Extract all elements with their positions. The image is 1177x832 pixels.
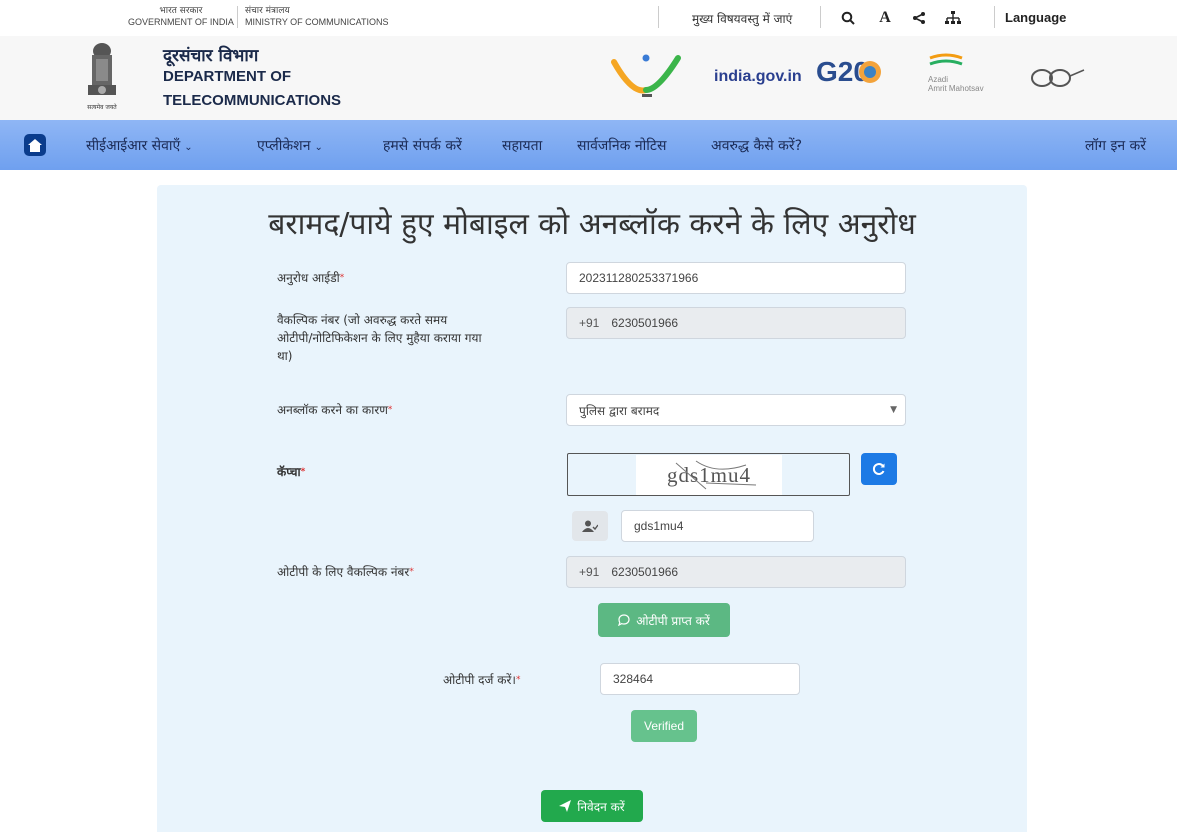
site-header: सत्यमेव जयते दूरसंचार विभाग DEPARTMENT O… [0,36,1177,120]
label-text: कॅप्चा [277,465,301,479]
country-code: +91 [579,316,600,330]
divider [658,6,659,28]
get-otp-button[interactable]: ओटीपी प्राप्त करें [598,603,730,637]
home-icon[interactable] [24,134,46,156]
ministry-hi-text: संचार मंत्रालय [245,6,290,16]
alternate-number-label: वैकल्पिक नंबर (जो अवरुद्ध करते समय ओटीपी… [277,311,557,365]
main-navigation: सीईआईआर सेवाएँ ⌄ एप्लीकेशन ⌄ हमसे संपर्क क… [0,120,1177,170]
captcha-label: कॅप्चा* [277,463,305,481]
unblock-request-form: बरामद/पाये हुए मोबाइल को अनब्लॉक करने के… [157,185,1027,832]
gov-hi-text: भारत सरकार [159,6,203,16]
chevron-down-icon: ⌄ [314,142,323,153]
selected-value: पुलिस द्वारा बरामद [579,403,660,418]
input-value: gds1mu4 [634,519,684,533]
page-title: बरामद/पाये हुए मोबाइल को अनब्लॉक करने के… [268,207,916,242]
nav-help[interactable]: सहायता [502,136,542,155]
nav-label: एप्लीकेशन [257,138,311,154]
otp-alternate-number-label: ओटीपी के लिए वैकल्पिक नंबर* [277,563,414,581]
required-asterisk: * [300,467,306,477]
chevron-down-icon: ⌄ [184,142,193,153]
nav-contact-us[interactable]: हमसे संपर्क करें [383,136,462,155]
nav-label: सीईआईआर सेवाएँ [86,138,181,154]
enter-otp-label: ओटीपी दर्ज करें।* [443,671,520,689]
ministry-en-text: MINISTRY OF COMMUNICATIONS [245,17,389,27]
swachh-bharat-logo[interactable] [1030,66,1086,90]
emblem-caption: सत्यमेव जयते [87,104,117,111]
unblock-reason-select[interactable]: पुलिस द्वारा बरामद ▼ [566,394,906,426]
divider [237,6,238,28]
ministry-label: संचार मंत्रालय MINISTRY OF COMMUNICATION… [245,6,389,28]
language-selector[interactable]: Language [1005,10,1066,25]
department-name-line1: DEPARTMENT OF [163,68,292,85]
label-text: अनुरोध आईडी [277,271,340,285]
department-name-line2: TELECOMMUNICATIONS [163,92,342,109]
g20-logo[interactable]: G20 [816,56,886,96]
alternate-number-field: +91 6230501966 [566,307,906,339]
nav-login[interactable]: लॉग इन करें [1085,136,1146,155]
share-icon[interactable] [906,6,932,30]
nav-application[interactable]: एप्लीकेशन ⌄ [257,136,323,155]
input-value: 202311280253371966 [579,271,699,285]
font-size-icon[interactable]: A [872,6,898,30]
button-label: ओटीपी प्राप्त करें [636,613,710,628]
nav-ceir-services[interactable]: सीईआईआर सेवाएँ ⌄ [86,136,193,155]
unblock-reason-label: अनब्लॉक करने का कारण* [277,401,392,419]
nav-how-to-block[interactable]: अवरुद्ध कैसे करें? [711,136,802,155]
country-code: +91 [579,565,600,579]
otp-alternate-number-field: +91 6230501966 [566,556,906,588]
user-check-icon [572,511,608,541]
nav-public-notice[interactable]: सार्वजनिक नोटिस [577,136,666,155]
send-icon [559,800,572,812]
refresh-icon [873,463,885,475]
required-asterisk: * [409,567,414,577]
label-text: ओटीपी के लिए वैकल्पिक नंबर [277,565,410,579]
label-line: ओटीपी/नोटिफिकेशन के लिए मुहैया कराया गया [277,331,482,345]
department-name-hindi: दूरसंचार विभाग [163,46,259,66]
captcha-image-container: gds1mu4 [567,453,850,496]
search-icon[interactable] [835,6,861,30]
divider [994,6,995,28]
sitemap-icon[interactable] [940,6,966,30]
verified-button[interactable]: Verified [631,710,697,742]
gov-en-text: GOVERNMENT OF INDIA [128,17,234,27]
captcha-image: gds1mu4 [636,455,782,495]
label-text: ओटीपी दर्ज करें। [443,673,516,687]
azadi-ka-amrit-mahotsav-logo[interactable]: Azadi Amrit Mahotsav [928,52,990,98]
otp-input[interactable]: 328464 [600,663,800,695]
azadi-text-2: Amrit Mahotsav [928,84,984,93]
button-label: निवेदन करें [577,799,625,814]
required-asterisk: * [387,405,393,415]
divider [820,6,821,28]
input-value: 6230501966 [611,565,679,579]
request-id-label: अनुरोध आईडी* [277,269,344,287]
chevron-down-icon: ▼ [890,405,897,415]
skip-to-main-content-link[interactable]: मुख्य विषयवस्तु में जाएं [692,10,792,27]
submit-request-button[interactable]: निवेदन करें [541,790,643,822]
government-of-india-label: भारत सरकार GOVERNMENT OF INDIA [128,6,234,28]
azadi-text-1: Azadi [928,75,949,84]
input-value: 328464 [613,672,654,686]
label-text: अनब्लॉक करने का कारण [277,403,388,417]
top-utility-bar: भारत सरकार GOVERNMENT OF INDIA संचार मंत… [0,0,1177,36]
chat-bubble-icon [618,614,630,626]
captcha-refresh-button[interactable] [861,453,897,485]
india-gov-in-logo[interactable]: india.gov.in [714,68,802,86]
label-line: था) [277,349,293,363]
captcha-input[interactable]: gds1mu4 [621,510,814,542]
input-value: 6230501966 [611,316,679,330]
label-line: वैकल्पिक नंबर (जो अवरुद्ध करते समय [277,313,448,327]
sanchar-saathi-logo[interactable] [610,50,682,100]
national-emblem-logo[interactable]: सत्यमेव जयते [82,41,122,115]
required-asterisk: * [515,675,521,685]
required-asterisk: * [339,273,345,283]
request-id-input[interactable]: 202311280253371966 [566,262,906,294]
